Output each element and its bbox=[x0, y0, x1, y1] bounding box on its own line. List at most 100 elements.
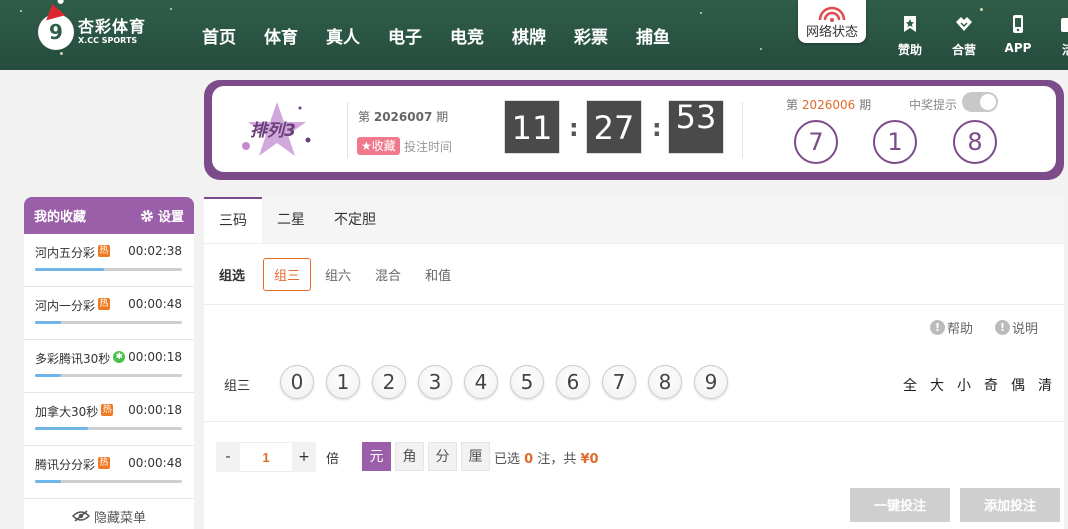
favorites-title: 我的收藏 bbox=[34, 210, 87, 225]
number-ball[interactable]: 3 bbox=[418, 365, 452, 399]
result-ball: 7 bbox=[794, 120, 838, 164]
number-ball[interactable]: 0 bbox=[280, 365, 314, 399]
period-prefix: 第 bbox=[786, 98, 799, 112]
subtab-sum[interactable]: 和值 bbox=[425, 265, 451, 284]
favorite-item[interactable]: 腾讯分分彩热 00:00:48 bbox=[24, 446, 194, 499]
subtab-group-label: 组选 bbox=[219, 268, 246, 284]
site-logo[interactable]: 9 杏彩体育 X.CC SPORTS bbox=[38, 1, 146, 50]
countdown-progress-fill bbox=[35, 427, 88, 430]
add-bet-button[interactable]: 添加投注 bbox=[960, 488, 1060, 522]
tab-unfixed[interactable]: 不定胆 bbox=[320, 197, 390, 243]
info-icon: ! bbox=[994, 320, 1010, 335]
favorites-settings-button[interactable]: 设置 bbox=[140, 206, 184, 225]
select-all-button[interactable]: 全 bbox=[903, 375, 917, 395]
quick-select: 全大小奇偶清 bbox=[890, 375, 1052, 395]
nav-sports[interactable]: 体育 bbox=[264, 23, 298, 48]
banner-inner: 排列3 第 2026007 期 ★收藏 投注时间 11 : 27 : 53 第 … bbox=[212, 86, 1056, 172]
tab-two-star[interactable]: 二星 bbox=[262, 197, 320, 243]
eye-off-icon bbox=[71, 510, 90, 522]
clear-button[interactable]: 清 bbox=[1038, 375, 1052, 395]
activity-label: 活 bbox=[1061, 43, 1068, 57]
partner-label: 合营 bbox=[951, 43, 976, 57]
tab-three-code[interactable]: 三码 bbox=[204, 197, 262, 243]
favorite-item[interactable]: 河内一分彩热 00:00:48 bbox=[24, 287, 194, 340]
select-big-button[interactable]: 大 bbox=[930, 375, 944, 395]
hide-menu-button[interactable]: 隐藏菜单 bbox=[24, 499, 194, 529]
main-nav: 首页 体育 真人 电子 电竞 棋牌 彩票 捕鱼 bbox=[202, 0, 698, 70]
divider bbox=[204, 421, 1064, 422]
subtab-zu3[interactable]: 组三 bbox=[263, 257, 312, 291]
sparkle bbox=[170, 8, 172, 10]
activity-button[interactable]: 活 bbox=[1048, 14, 1068, 58]
number-ball[interactable]: 1 bbox=[326, 365, 360, 399]
multiplier-input[interactable] bbox=[240, 442, 292, 472]
number-ball[interactable]: 7 bbox=[602, 365, 636, 399]
help-button[interactable]: ! 帮助 bbox=[929, 318, 973, 337]
nav-fishing[interactable]: 捕鱼 bbox=[636, 23, 670, 48]
timer-colon: : bbox=[569, 114, 579, 142]
logo-en: X.CC SPORTS bbox=[78, 36, 138, 45]
logo-mark: 9 bbox=[49, 20, 63, 44]
number-ball[interactable]: 2 bbox=[372, 365, 406, 399]
countdown-time: 00:00:18 bbox=[128, 403, 182, 417]
favorite-item-label: 加拿大30秒 bbox=[35, 405, 99, 419]
nav-home[interactable]: 首页 bbox=[202, 23, 236, 48]
subtab-mixed[interactable]: 混合 bbox=[375, 265, 401, 284]
gear-icon bbox=[140, 209, 153, 222]
nav-cards[interactable]: 棋牌 bbox=[512, 23, 546, 48]
select-even-button[interactable]: 偶 bbox=[1011, 375, 1025, 395]
last-period: 第 2026006 期 bbox=[786, 96, 871, 113]
hide-menu-label: 隐藏菜单 bbox=[93, 510, 146, 526]
countdown-progress bbox=[35, 374, 182, 377]
favorite-item[interactable]: 多彩腾讯30秒 ✱ 00:00:18 bbox=[24, 340, 194, 393]
quick-bet-button[interactable]: 一键投注 bbox=[850, 488, 950, 522]
number-ball[interactable]: 8 bbox=[648, 365, 682, 399]
explain-label: 说明 bbox=[1011, 322, 1038, 337]
unit-jiao[interactable]: 角 bbox=[395, 442, 424, 471]
timer-minutes: 27 bbox=[586, 100, 642, 154]
nav-live[interactable]: 真人 bbox=[326, 23, 360, 48]
select-small-button[interactable]: 小 bbox=[957, 375, 971, 395]
favorite-item[interactable]: 河内五分彩热 00:02:38 bbox=[24, 234, 194, 287]
top-header: 9 杏彩体育 X.CC SPORTS 首页 体育 真人 电子 电竞 棋牌 彩票 … bbox=[0, 0, 1068, 70]
countdown-progress-fill bbox=[35, 374, 62, 377]
number-ball[interactable]: 9 bbox=[694, 365, 728, 399]
app-button[interactable]: APP bbox=[998, 14, 1038, 55]
favorite-item-name: 河内五分彩热 bbox=[35, 244, 111, 261]
lottery-banner: 排列3 第 2026007 期 ★收藏 投注时间 11 : 27 : 53 第 … bbox=[204, 80, 1064, 180]
favorite-button[interactable]: ★收藏 bbox=[357, 137, 400, 155]
subtab-zu6[interactable]: 组六 bbox=[325, 265, 351, 284]
star-icon: ★ bbox=[361, 139, 372, 153]
favorite-item-label: 河内一分彩 bbox=[35, 299, 96, 313]
favorite-item-label: 河内五分彩 bbox=[35, 246, 96, 260]
network-status-label: 网络状态 bbox=[805, 25, 858, 40]
multiplier-minus-button[interactable]: - bbox=[216, 442, 240, 472]
number-ball[interactable]: 5 bbox=[510, 365, 544, 399]
nav-slots[interactable]: 电子 bbox=[388, 23, 422, 48]
unit-yuan[interactable]: 元 bbox=[362, 442, 391, 471]
number-ball[interactable]: 4 bbox=[464, 365, 498, 399]
sponsor-button[interactable]: 赞助 bbox=[890, 14, 930, 58]
hot-badge: 热 bbox=[98, 298, 111, 310]
win-tip-toggle[interactable] bbox=[962, 92, 998, 112]
sparkle bbox=[60, 52, 63, 55]
partner-button[interactable]: 合营 bbox=[944, 14, 984, 58]
last-period-number: 2026006 bbox=[801, 98, 856, 112]
banner-divider bbox=[347, 102, 348, 158]
nav-esports[interactable]: 电竞 bbox=[450, 23, 484, 48]
number-ball[interactable]: 6 bbox=[556, 365, 590, 399]
nav-lottery[interactable]: 彩票 bbox=[574, 23, 608, 48]
unit-li[interactable]: 厘 bbox=[461, 442, 490, 471]
select-odd-button[interactable]: 奇 bbox=[984, 375, 998, 395]
logo-text: 杏彩体育 X.CC SPORTS bbox=[78, 18, 146, 46]
period-suffix: 期 bbox=[436, 110, 449, 124]
network-status-button[interactable]: 网络状态 bbox=[798, 0, 866, 43]
banner-divider bbox=[742, 102, 743, 158]
help-row: ! 帮助 ! 说明 bbox=[908, 318, 1038, 337]
favorite-item[interactable]: 加拿大30秒热 00:00:18 bbox=[24, 393, 194, 446]
pailie3-logo-text: 排列3 bbox=[250, 121, 296, 141]
multiplier-plus-button[interactable]: + bbox=[292, 442, 316, 472]
unit-fen[interactable]: 分 bbox=[428, 442, 457, 471]
explain-button[interactable]: ! 说明 bbox=[994, 318, 1038, 337]
santa-hat-icon bbox=[42, 1, 66, 21]
